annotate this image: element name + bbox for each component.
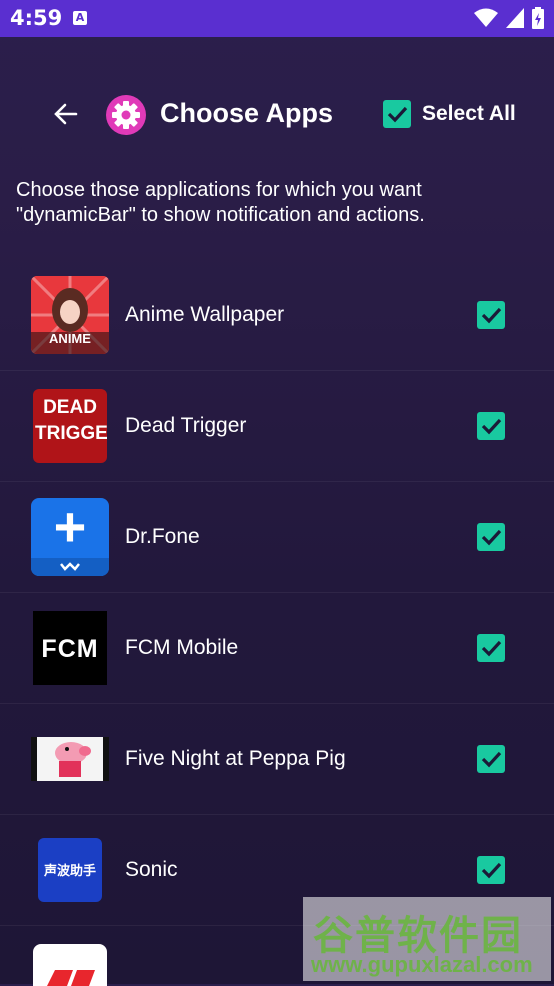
peppa-pig-icon	[31, 737, 109, 781]
app-name: Dr.Fone	[125, 525, 200, 548]
checkmark-icon	[387, 106, 408, 123]
app-checkbox[interactable]	[477, 745, 505, 773]
checkmark-icon	[481, 751, 502, 768]
status-time: 4:59	[10, 6, 63, 30]
notification-a-icon: A	[73, 11, 87, 25]
watermark: 谷普软件园 www.gupuxlazal.com	[303, 897, 551, 981]
signal-icon	[506, 8, 524, 28]
description-text: Choose those applications for which you …	[16, 179, 425, 226]
battery-icon	[532, 7, 544, 29]
app-row[interactable]: + Dr.Fone	[0, 482, 554, 593]
gear-icon	[106, 95, 146, 135]
checkmark-icon	[481, 862, 502, 879]
checkmark-icon	[481, 418, 502, 435]
app-name: Dead Trigger	[125, 414, 247, 437]
status-bar: 4:59 A	[0, 0, 554, 37]
status-icons	[474, 7, 544, 29]
app-row[interactable]: Five Night at Peppa Pig	[0, 704, 554, 815]
app-row[interactable]: ANIME Anime Wallpaper	[0, 260, 554, 371]
app-name: Anime Wallpaper	[125, 303, 285, 326]
app-name: Five Night at Peppa Pig	[125, 747, 346, 770]
sonic-icon: 声波助手	[38, 838, 102, 902]
partial-app-icon	[33, 944, 107, 986]
app-checkbox[interactable]	[477, 856, 505, 884]
app-checkbox[interactable]	[477, 634, 505, 662]
app-name: FCM Mobile	[125, 636, 239, 659]
checkmark-icon	[481, 529, 502, 546]
app-checkbox[interactable]	[477, 523, 505, 551]
icon-label: FCM	[41, 635, 99, 663]
app-header: Choose Apps Select All	[0, 80, 554, 150]
app-row[interactable]: FCM FCM Mobile	[0, 593, 554, 704]
select-all-checkbox[interactable]	[383, 100, 411, 128]
app-list: ANIME Anime Wallpaper DEAD TRIGGER Dead …	[0, 260, 554, 986]
checkmark-icon	[481, 307, 502, 324]
app-checkbox[interactable]	[477, 412, 505, 440]
app-row[interactable]: DEAD TRIGGER Dead Trigger	[0, 371, 554, 482]
icon-label: 声波助手	[43, 864, 96, 879]
select-all-label[interactable]: Select All	[422, 102, 516, 126]
icon-label: ANIME	[49, 331, 91, 346]
page-title: Choose Apps	[160, 98, 334, 128]
app-name: Sonic	[125, 858, 178, 881]
watermark-url: www.gupuxlazal.com	[311, 952, 533, 977]
anime-wallpaper-icon: ANIME	[31, 276, 109, 354]
wifi-icon	[474, 8, 498, 27]
drfone-icon: +	[31, 498, 109, 576]
fcm-mobile-icon: FCM	[33, 611, 107, 685]
icon-label: DEAD TRIGGER	[35, 397, 107, 444]
dead-trigger-icon: DEAD TRIGGER	[33, 389, 107, 463]
app-checkbox[interactable]	[477, 301, 505, 329]
checkmark-icon	[481, 640, 502, 657]
back-arrow-icon[interactable]	[50, 98, 82, 130]
